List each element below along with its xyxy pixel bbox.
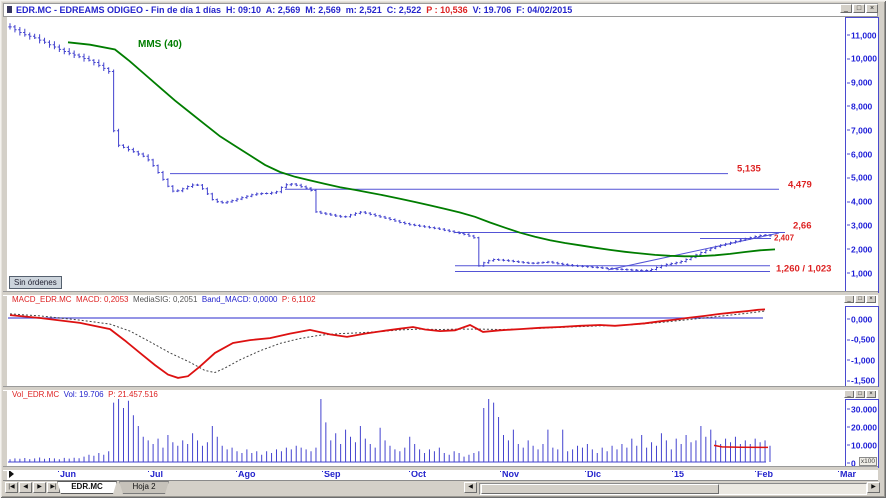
window-titlebar[interactable]: EDR.MC - EDREAMS ODIGEO - Fin de día 1 d… xyxy=(3,3,878,17)
volume-axis-tick: 20.000 xyxy=(847,422,877,432)
scroll-left-icon[interactable]: ◀ xyxy=(464,482,477,493)
scroll-right-icon[interactable]: ▶ xyxy=(867,482,880,493)
macd-close-icon[interactable]: × xyxy=(866,295,876,303)
sheet-nav-2[interactable]: ▶ xyxy=(33,482,46,493)
macd-panel-controls: _ □ × xyxy=(844,295,878,304)
volume-panel-controls: _ □ × xyxy=(844,390,878,399)
text-segment: P: 6,1102 xyxy=(281,295,316,304)
text-segment: P : 10,536 xyxy=(426,5,468,15)
sheet-nav-0[interactable]: |◀ xyxy=(5,482,18,493)
price-axis-tick: 11,000 xyxy=(847,30,877,40)
macd-axis-tick: -1,000 xyxy=(847,355,875,365)
panel-separator[interactable] xyxy=(3,466,878,471)
volume-chart-canvas[interactable] xyxy=(7,389,845,466)
price-axis-tick: 3,000 xyxy=(847,220,872,230)
text-segment: Vol_EDR.MC xyxy=(12,390,64,399)
volume-header: Vol_EDR.MC Vol: 19.706 P: 21.457.516 xyxy=(12,390,158,399)
volume-minimize-icon[interactable]: _ xyxy=(844,390,854,398)
maximize-icon[interactable]: □ xyxy=(853,4,865,13)
window-controls: _ □ × xyxy=(840,4,878,13)
level-label-4,479: 4,479 xyxy=(788,179,812,191)
price-axis-tick: 4,000 xyxy=(847,197,872,207)
price-axis-tick: 1,000 xyxy=(847,268,872,278)
scrollbar-thumb[interactable] xyxy=(481,484,719,494)
volume-close-icon[interactable]: × xyxy=(866,390,876,398)
volume-maximize-icon[interactable]: □ xyxy=(855,390,865,398)
macd-axis-tick: -0,500 xyxy=(847,335,875,345)
level-label-2,407: 2,407 xyxy=(774,233,795,242)
level-label-5,135: 5,135 xyxy=(737,163,761,175)
macd-axis-tick: 0,000 xyxy=(847,314,872,324)
sheet-tab-bar: |◀ ◀ ▶ ▶| EDR.MC Hoja 2 ◀ ▶ xyxy=(3,480,880,496)
text-segment: P: 21.457.516 xyxy=(108,390,158,399)
macd-chart-canvas[interactable] xyxy=(7,294,845,386)
chart-window: EDR.MC - EDREAMS ODIGEO - Fin de día 1 d… xyxy=(0,0,886,498)
level-label-2,66: 2,66 xyxy=(793,220,812,232)
tab-edr-mc[interactable]: EDR.MC xyxy=(57,481,117,494)
macd-minimize-icon[interactable]: _ xyxy=(844,295,854,303)
window-title: EDR.MC - EDREAMS ODIGEO - Fin de día 1 d… xyxy=(16,5,572,15)
text-segment: EDR.MC - EDREAMS ODIGEO - Fin de día 1 d… xyxy=(16,5,427,15)
mms-40-label: MMS (40) xyxy=(138,39,182,50)
text-segment: V: 19.706 F: 04/02/2015 xyxy=(467,5,573,15)
macd-header: MACD_EDR.MC MACD: 0,2053 MediaSIG: 0,205… xyxy=(12,295,316,304)
sheet-nav-buttons: |◀ ◀ ▶ ▶| xyxy=(5,482,60,493)
price-axis-tick: 6,000 xyxy=(847,149,872,159)
price-axis-tick: 8,000 xyxy=(847,101,872,111)
axis-marker-icon xyxy=(9,470,14,478)
horizontal-scrollbar[interactable] xyxy=(479,483,867,495)
sin-ordenes-button[interactable]: Sin órdenes xyxy=(9,276,62,289)
text-segment: Vol: 19.706 xyxy=(63,390,109,399)
price-axis-tick: 10,000 xyxy=(847,54,877,64)
text-segment: MediaSIG: 0,2051 xyxy=(132,295,202,304)
price-chart-canvas[interactable] xyxy=(7,16,845,292)
tab-hoja-2[interactable]: Hoja 2 xyxy=(119,481,169,494)
level-label-1,260 / 1,023: 1,260 / 1,023 xyxy=(776,263,832,275)
window-menu-icon[interactable] xyxy=(7,6,12,13)
volume-multiplier-badge: x100 xyxy=(858,457,877,466)
text-segment: MACD: 0,2053 xyxy=(76,295,133,304)
macd-axis-tick: -1,500 xyxy=(847,376,875,386)
volume-axis[interactable]: x100 30.000 20.000 10.000 0 xyxy=(845,399,879,468)
price-axis-tick: 7,000 xyxy=(847,125,872,135)
volume-axis-tick: 10.000 xyxy=(847,440,877,450)
price-axis-tick: 2,000 xyxy=(847,244,872,254)
text-segment: MACD_EDR.MC xyxy=(12,295,77,304)
sheet-nav-1[interactable]: ◀ xyxy=(19,482,32,493)
price-axis-tick: 9,000 xyxy=(847,78,872,88)
text-segment: Band_MACD: 0,0000 xyxy=(201,295,282,304)
close-icon[interactable]: × xyxy=(866,4,878,13)
price-axis-tick: 5,000 xyxy=(847,173,872,183)
minimize-icon[interactable]: _ xyxy=(840,4,852,13)
macd-axis[interactable]: 0,000 -0,500 -1,000 -1,500 xyxy=(845,306,879,387)
price-axis[interactable]: 11,000 10,000 9,000 8,000 7,000 6,000 5,000 4,0… xyxy=(845,17,879,293)
macd-maximize-icon[interactable]: □ xyxy=(855,295,865,303)
volume-axis-tick: 30.000 xyxy=(847,404,877,414)
